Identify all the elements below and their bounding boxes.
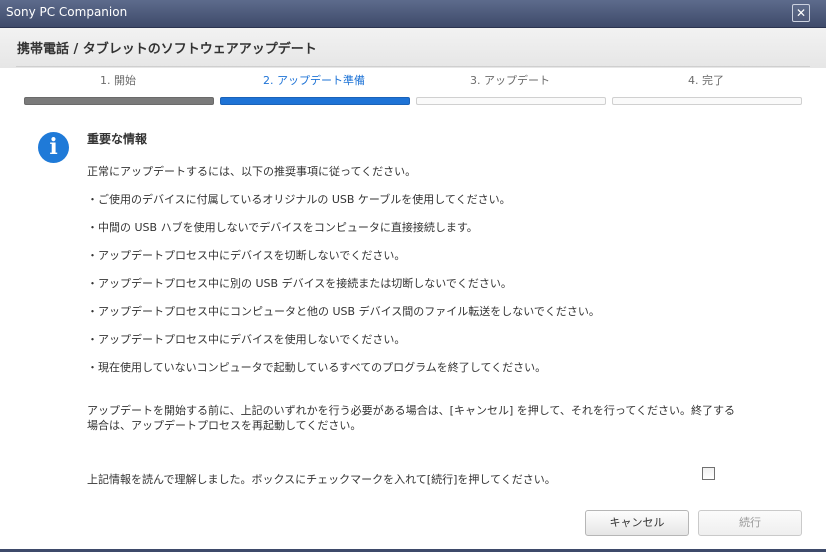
cancel-button[interactable]: キャンセル (585, 510, 689, 536)
step-label: 1. 開始 (100, 74, 136, 87)
recommendation-item: ・中間の USB ハブを使用しないでデバイスをコンピュータに直接接続します。 (87, 221, 478, 234)
step-progress-bar (612, 97, 802, 105)
recommendation-item: ・アップデートプロセス中にデバイスを切断しないでください。 (87, 249, 406, 262)
step-indicator: 1. 開始 2. アップデート準備 3. アップデート 4. 完了 (24, 72, 802, 108)
window-title: Sony PC Companion (6, 5, 128, 19)
recommendation-item: ・アップデートプロセス中に別の USB デバイスを接続または切断しないでください… (87, 277, 512, 290)
step-progress-bar (24, 97, 214, 105)
info-intro: 正常にアップデートするには、以下の推奨事項に従ってください。 (87, 165, 417, 178)
step-label: 4. 完了 (688, 74, 724, 87)
continue-button[interactable]: 続行 (698, 510, 802, 536)
info-content: 重要な情報 正常にアップデートするには、以下の推奨事項に従ってください。 ・ご使… (87, 130, 737, 388)
close-icon[interactable]: ✕ (792, 4, 810, 22)
info-icon: i (38, 132, 69, 163)
closing-note: アップデートを開始する前に、上記のいずれかを行う必要がある場合は、[キャンセル]… (87, 404, 735, 432)
recommendation-item: ・アップデートプロセス中にデバイスを使用しないでください。 (87, 333, 406, 346)
step-progress-bar (416, 97, 606, 105)
recommendation-item: ・現在使用していないコンピュータで起動しているすべてのプログラムを終了してくださ… (87, 361, 547, 374)
recommendation-item: ・アップデートプロセス中にコンピュータと他の USB デバイス間のファイル転送を… (87, 305, 600, 318)
agreement-checkbox[interactable] (702, 467, 715, 480)
page-title: 携帯電話 / タブレットのソフトウェアアップデート (17, 42, 317, 57)
step-update: 3. アップデート (416, 72, 606, 105)
header-divider (16, 66, 810, 67)
step-label: 2. アップデート準備 (263, 74, 365, 87)
step-progress-bar (220, 97, 410, 105)
dialog-header: 携帯電話 / タブレットのソフトウェアアップデート (0, 28, 826, 68)
step-complete: 4. 完了 (612, 72, 802, 105)
recommendation-item: ・ご使用のデバイスに付属しているオリジナルの USB ケーブルを使用してください… (87, 193, 511, 206)
info-heading: 重要な情報 (87, 132, 148, 146)
title-bar: Sony PC Companion ✕ (0, 0, 826, 28)
step-start: 1. 開始 (24, 72, 214, 105)
step-prepare: 2. アップデート準備 (220, 72, 410, 105)
agreement-label: 上記情報を読んで理解しました。ボックスにチェックマークを入れて[続行]を押してく… (87, 473, 556, 486)
step-label: 3. アップデート (470, 74, 550, 87)
